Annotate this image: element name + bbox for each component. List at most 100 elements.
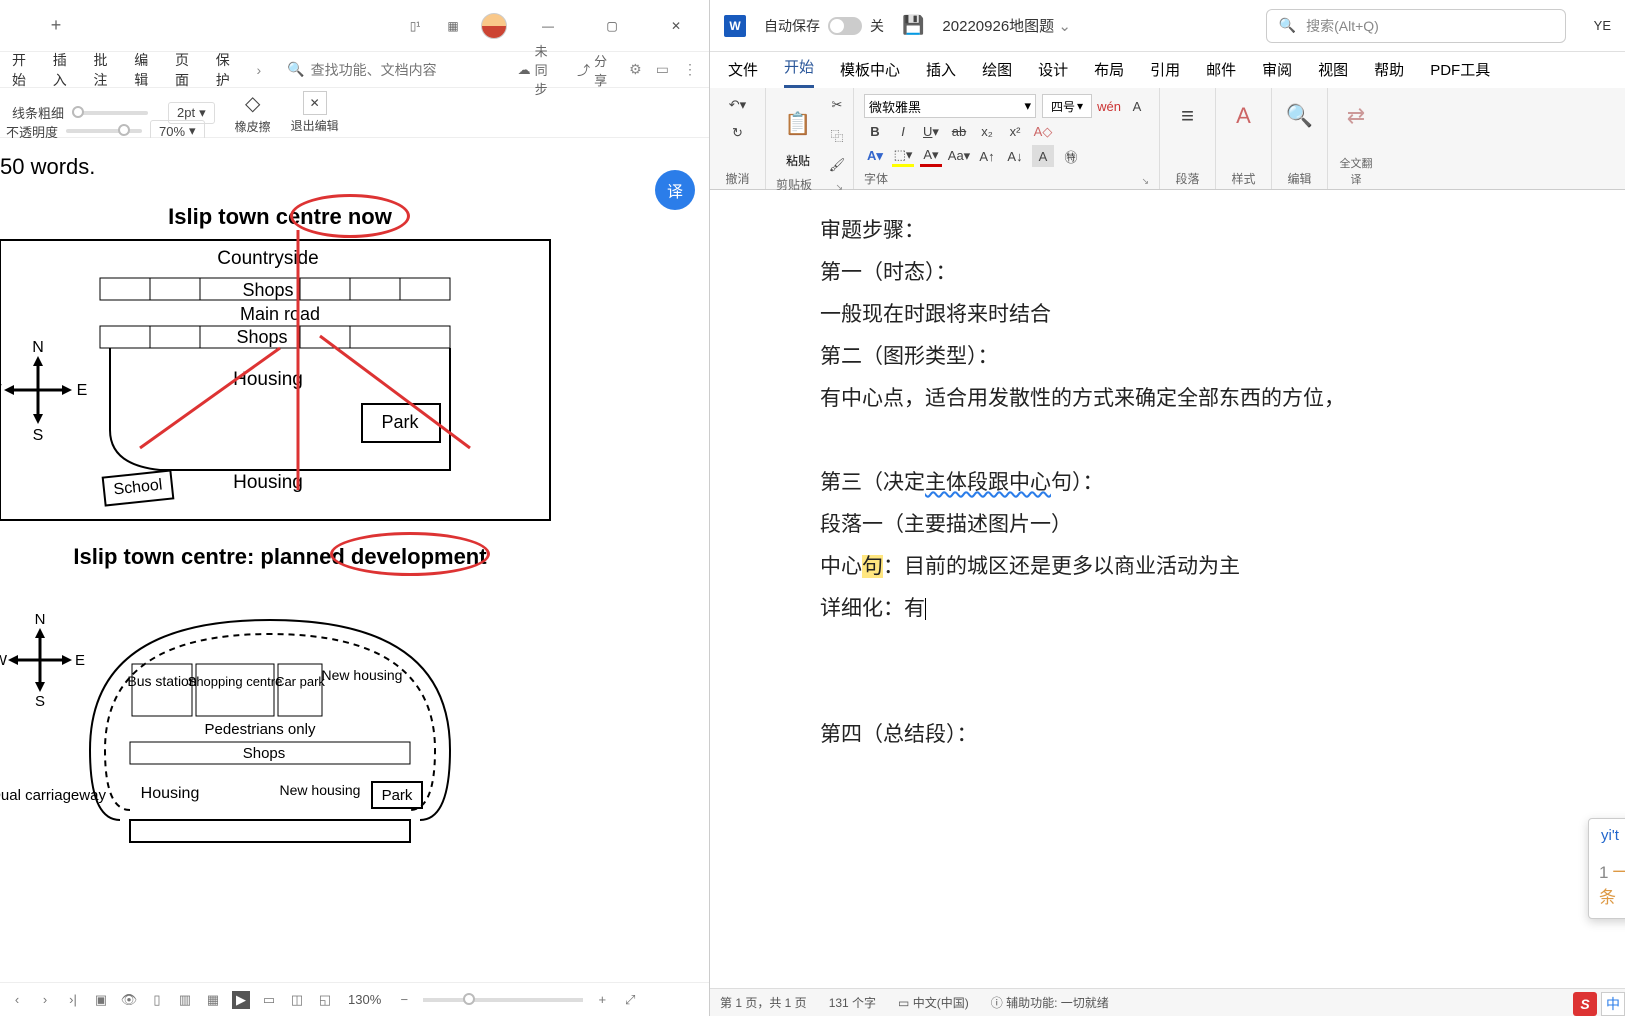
menu-insert[interactable]: 插入 (53, 50, 72, 90)
font-launcher-icon[interactable]: ↘ (1141, 176, 1149, 187)
minimize-button[interactable]: — (525, 11, 571, 41)
tab-insert[interactable]: 插入 (926, 59, 956, 88)
last-page-icon[interactable]: ›| (64, 991, 82, 1009)
ime-candidate-panel[interactable]: yi't 1一条 2一天 3一套 4一腿 5一趟 6一台 7一提 8意图 (1588, 818, 1625, 919)
fullscreen-icon[interactable]: ⤢ (621, 991, 639, 1009)
prev-page-icon[interactable]: ‹ (8, 991, 26, 1009)
strike-icon[interactable]: ab (948, 121, 970, 143)
document-name[interactable]: 20220926地图题 ⌄ (942, 15, 1071, 36)
new-tab-button[interactable]: + (42, 12, 70, 40)
nav-pane-icon[interactable]: ▣ (92, 991, 110, 1009)
clear-format-icon[interactable]: A◇ (1032, 121, 1054, 143)
select-icon[interactable]: ◱ (316, 991, 334, 1009)
share-button[interactable]: ⤴分享 (577, 51, 607, 89)
italic-icon[interactable]: I (892, 121, 914, 143)
layout3-icon[interactable]: ▦ (204, 991, 222, 1009)
tab-design[interactable]: 设计 (1038, 59, 1068, 88)
zoom-slider[interactable] (423, 998, 583, 1002)
tab-view[interactable]: 视图 (1318, 59, 1348, 88)
play-icon[interactable]: ▶ (232, 991, 250, 1009)
menu-page[interactable]: 页面 (175, 50, 194, 90)
paragraph-icon[interactable]: ≡ (1166, 94, 1210, 138)
tab-help[interactable]: 帮助 (1374, 59, 1404, 88)
toggle-switch[interactable] (828, 17, 862, 35)
redo-icon[interactable]: ↻ (727, 122, 749, 144)
text-effects-icon[interactable]: A▾ (864, 145, 886, 167)
status-language[interactable]: ▭ 中文(中国) (898, 994, 969, 1011)
exit-edit-button[interactable]: ✕ 退出编辑 (291, 91, 339, 134)
subscript-icon[interactable]: x₂ (976, 121, 998, 143)
status-wordcount[interactable]: 131 个字 (829, 994, 876, 1011)
fit-icon[interactable]: ▭ (260, 991, 278, 1009)
document-canvas[interactable]: 译 50 words. Islip town centre now Countr… (0, 138, 709, 982)
zoom-out-icon[interactable]: − (395, 991, 413, 1009)
next-page-icon[interactable]: › (36, 991, 54, 1009)
user-badge[interactable]: YE (1594, 18, 1611, 33)
tab-mail[interactable]: 邮件 (1206, 59, 1236, 88)
styles-icon[interactable]: A (1222, 94, 1266, 138)
copy-icon[interactable]: ⿻ (826, 124, 848, 146)
status-accessibility[interactable]: ⓘ 辅助功能: 一切就绪 (991, 994, 1109, 1011)
grow-font-icon[interactable]: A↑ (976, 145, 998, 167)
word-search[interactable]: 🔍 搜索(Alt+Q) (1266, 9, 1566, 43)
close-button[interactable]: ✕ (653, 11, 699, 41)
undo-icon[interactable]: ↶▾ (727, 94, 749, 116)
menu-annotate[interactable]: 批注 (94, 50, 113, 90)
tab-draw[interactable]: 绘图 (982, 59, 1012, 88)
tab-layout[interactable]: 布局 (1094, 59, 1124, 88)
layout1-icon[interactable]: ▯ (148, 991, 166, 1009)
paste-icon[interactable]: 📋 (776, 102, 820, 146)
thickness-slider[interactable] (72, 111, 148, 115)
left-search-input[interactable] (311, 62, 492, 78)
word-page[interactable]: 审题步骤： 第一（时态）： 一般现在时跟将来时结合 第二（图形类型）： 有中心点… (710, 190, 1625, 988)
save-icon[interactable]: 💾 (902, 15, 924, 36)
status-page[interactable]: 第 1 页，共 1 页 (720, 994, 807, 1011)
autosave-toggle[interactable]: 自动保存 关 (764, 16, 884, 36)
cut-icon[interactable]: ✂ (826, 94, 848, 116)
translate-icon[interactable]: ⇄ (1334, 94, 1378, 138)
reader-mode-icon[interactable]: ▯¹ (405, 16, 425, 36)
menu-edit[interactable]: 编辑 (134, 50, 153, 90)
chat-icon[interactable]: ▭ (656, 61, 669, 78)
font-color-icon[interactable]: A▾ (920, 145, 942, 167)
menu-overflow-icon[interactable]: › (257, 62, 262, 78)
menu-protect[interactable]: 保护 (216, 50, 235, 90)
translate-fab[interactable]: 译 (655, 170, 695, 210)
tab-pdf[interactable]: PDF工具 (1430, 59, 1490, 88)
char-shading-icon[interactable]: A (1032, 145, 1054, 167)
tab-references[interactable]: 引用 (1150, 59, 1180, 88)
enclose-char-icon[interactable]: ㊕ (1060, 145, 1082, 167)
grid-view-icon[interactable]: ▦ (443, 16, 463, 36)
tab-review[interactable]: 审阅 (1262, 59, 1292, 88)
eraser-tool[interactable]: ◇ 橡皮擦 (235, 91, 271, 135)
eye-icon[interactable]: 👁 (120, 991, 138, 1009)
font-size-select[interactable]: 四号▾ (1042, 94, 1092, 118)
ime-candidate-1[interactable]: 1一条 (1599, 858, 1625, 908)
pinyin-guide-icon[interactable]: wén (1098, 95, 1120, 117)
char-border-icon[interactable]: A (1126, 95, 1148, 117)
sogou-ime-icon[interactable]: S (1573, 992, 1597, 1016)
change-case-icon[interactable]: Aa▾ (948, 145, 970, 167)
underline-icon[interactable]: U▾ (920, 121, 942, 143)
tab-home[interactable]: 开始 (784, 56, 814, 88)
opacity-slider[interactable] (66, 129, 142, 133)
zoom-in-icon[interactable]: + (593, 991, 611, 1009)
font-family-select[interactable]: 微软雅黑▾ (864, 94, 1036, 118)
bold-icon[interactable]: B (864, 121, 886, 143)
avatar[interactable] (481, 13, 507, 39)
menu-start[interactable]: 开始 (12, 50, 31, 90)
left-search[interactable]: 🔍 (283, 57, 495, 82)
crop-icon[interactable]: ◫ (288, 991, 306, 1009)
layout2-icon[interactable]: ▥ (176, 991, 194, 1009)
shrink-font-icon[interactable]: A↓ (1004, 145, 1026, 167)
kebab-icon[interactable]: ⋮ (683, 61, 697, 78)
highlight-icon[interactable]: ⬚▾ (892, 145, 914, 167)
tab-template[interactable]: 模板中心 (840, 59, 900, 88)
format-painter-icon[interactable]: 🖌 (826, 154, 848, 176)
gear-icon[interactable]: ⚙ (629, 61, 642, 78)
tab-file[interactable]: 文件 (728, 59, 758, 88)
superscript-icon[interactable]: x² (1004, 121, 1026, 143)
maximize-button[interactable]: ▢ (589, 11, 635, 41)
chinese-mode-icon[interactable]: 中 (1601, 992, 1625, 1016)
find-icon[interactable]: 🔍 (1278, 94, 1322, 138)
